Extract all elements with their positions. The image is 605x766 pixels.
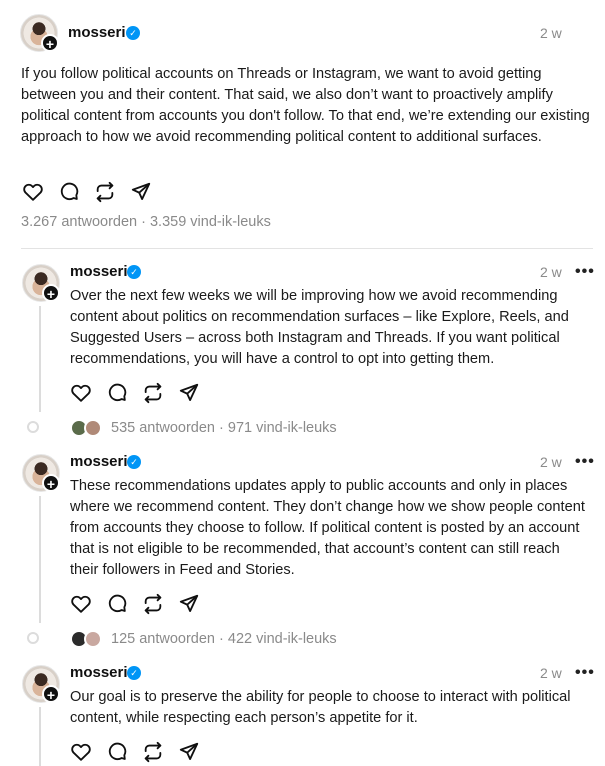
more-options-icon[interactable]: ••• — [575, 263, 595, 281]
post-stats[interactable]: 125 antwoorden · 422 vind-ik-leuks — [111, 631, 337, 647]
share-send-icon[interactable] — [178, 382, 200, 404]
username[interactable]: mosseri — [70, 263, 128, 280]
replier-avatar — [84, 630, 102, 648]
reply-bubble-icon[interactable] — [106, 593, 128, 615]
username[interactable]: mosseri — [70, 453, 128, 470]
verified-badge-icon: ✓ — [127, 455, 141, 469]
post-text: Our goal is to preserve the ability for … — [70, 689, 571, 726]
thread-loop-icon — [27, 421, 39, 433]
post-time[interactable]: 2 w — [540, 454, 562, 470]
more-options-icon[interactable]: ••• — [575, 664, 595, 682]
thread-loop-icon — [27, 632, 39, 644]
thread-line — [39, 707, 41, 766]
username[interactable]: mosseri — [70, 664, 128, 681]
like-heart-icon[interactable] — [22, 181, 44, 203]
post-time[interactable]: 2 w — [540, 665, 562, 681]
post-time[interactable]: 2 w — [540, 25, 562, 41]
follow-plus-icon[interactable]: + — [42, 474, 60, 492]
post-actions — [70, 593, 200, 615]
reply-bubble-icon[interactable] — [106, 741, 128, 763]
like-heart-icon[interactable] — [70, 741, 92, 763]
verified-badge-icon: ✓ — [127, 265, 141, 279]
follow-plus-icon[interactable]: + — [41, 34, 59, 52]
like-heart-icon[interactable] — [70, 382, 92, 404]
post-stats[interactable]: 535 antwoorden · 971 vind-ik-leuks — [111, 420, 337, 436]
post-text: These recommendations updates apply to p… — [70, 478, 585, 578]
share-send-icon[interactable] — [178, 593, 200, 615]
more-options-icon[interactable]: ••• — [575, 453, 595, 471]
post-actions — [70, 741, 200, 763]
like-heart-icon[interactable] — [70, 593, 92, 615]
repost-icon[interactable] — [142, 741, 164, 763]
follow-plus-icon[interactable]: + — [42, 284, 60, 302]
share-send-icon[interactable] — [130, 181, 152, 203]
verified-badge-icon: ✓ — [127, 666, 141, 680]
share-send-icon[interactable] — [178, 741, 200, 763]
follow-plus-icon[interactable]: + — [42, 685, 60, 703]
post-actions — [70, 382, 200, 404]
post-text: If you follow political accounts on Thre… — [21, 66, 590, 145]
post-stats[interactable]: 3.267 antwoorden · 3.359 vind-ik-leuks — [21, 214, 271, 230]
divider — [21, 248, 593, 249]
thread-line — [39, 306, 41, 412]
verified-badge-icon: ✓ — [126, 26, 140, 40]
replier-avatar — [84, 419, 102, 437]
post-time[interactable]: 2 w — [540, 264, 562, 280]
post-text: Over the next few weeks we will be impro… — [70, 288, 569, 367]
repost-icon[interactable] — [142, 382, 164, 404]
reply-bubble-icon[interactable] — [106, 382, 128, 404]
reply-bubble-icon[interactable] — [58, 181, 80, 203]
post-actions — [22, 181, 152, 203]
repost-icon[interactable] — [142, 593, 164, 615]
thread-line — [39, 496, 41, 623]
repost-icon[interactable] — [94, 181, 116, 203]
username[interactable]: mosseri — [68, 24, 126, 41]
